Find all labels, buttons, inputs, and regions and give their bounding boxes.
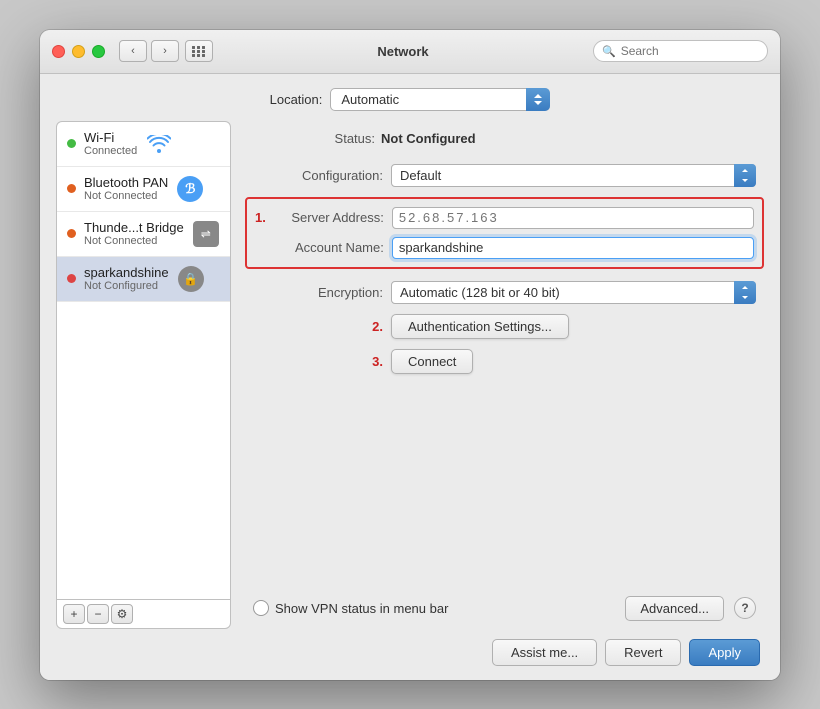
encryption-select[interactable]: Automatic (128 bit or 40 bit) [391,281,756,304]
title-bar: ‹ › Network 🔍 [40,30,780,74]
sidebar-item-bluetooth[interactable]: Bluetooth PAN Not Connected ℬ [57,167,230,212]
traffic-lights [52,45,105,58]
grid-icon [192,46,206,57]
connect-button[interactable]: Connect [391,349,473,374]
sidebar-status-sparkandshine: Not Configured [84,280,169,292]
grid-button[interactable] [185,40,213,62]
encryption-select-wrap: Automatic (128 bit or 40 bit) [391,281,756,304]
step2-label: 2. [372,319,383,334]
connect-row: 3. Connect [245,349,764,374]
thunderbolt-icon: ⇌ [192,220,220,248]
sidebar-item-thunderbolt[interactable]: Thunde...t Bridge Not Connected ⇌ [57,212,230,257]
sidebar: Wi-Fi Connected [56,121,231,629]
location-select-wrap: Automatic [330,88,550,111]
location-select[interactable]: Automatic [330,88,550,111]
vpn-status-checkbox-wrap: Show VPN status in menu bar [253,600,448,616]
config-label: Configuration: [253,168,383,183]
sidebar-name-thunderbolt: Thunde...t Bridge [84,220,184,235]
lock-icon: 🔒 [177,265,205,293]
account-row: 1. Account Name: [247,237,762,259]
close-button[interactable] [52,45,65,58]
sidebar-list: Wi-Fi Connected [57,122,230,599]
status-label: Status: [255,131,375,146]
sidebar-text-sparkandshine: sparkandshine Not Configured [84,265,169,292]
connect-spacer: 3. [253,354,383,369]
forward-icon: › [163,45,167,57]
back-button[interactable]: ‹ [119,40,147,62]
gear-button[interactable]: ⚙ [111,604,133,624]
status-dot-wifi [67,139,76,148]
vpn-status-label: Show VPN status in menu bar [275,601,448,616]
step3-label: 3. [372,354,383,369]
sidebar-text-bluetooth: Bluetooth PAN Not Connected [84,175,168,202]
window-title: Network [213,44,593,59]
nav-buttons: ‹ › [119,40,179,62]
sidebar-text-thunderbolt: Thunde...t Bridge Not Connected [84,220,184,247]
config-row: Configuration: Default [245,164,764,187]
account-name-label: Account Name: [266,240,384,255]
encryption-row: Encryption: Automatic (128 bit or 40 bit… [245,281,764,304]
credentials-box: 1. Server Address: 1. Account Name: [245,197,764,269]
account-name-input[interactable] [392,237,754,259]
bluetooth-icon: ℬ [176,175,204,203]
auth-spacer: 2. [253,319,383,334]
sidebar-name-wifi: Wi-Fi [84,130,137,145]
server-address-label: Server Address: [266,210,384,225]
revert-button[interactable]: Revert [605,639,681,666]
server-row: 1. Server Address: [247,207,762,229]
status-dot-thunderbolt [67,229,76,238]
vpn-status-checkbox[interactable] [253,600,269,616]
location-label: Location: [270,92,323,107]
forward-button[interactable]: › [151,40,179,62]
sidebar-status-wifi: Connected [84,145,137,157]
status-row: Status: Not Configured [245,131,764,146]
sidebar-status-thunderbolt: Not Connected [84,235,184,247]
status-value: Not Configured [381,131,476,146]
main-area: Wi-Fi Connected [40,121,780,629]
sidebar-toolbar: + − ⚙ [57,599,230,628]
auth-settings-button[interactable]: Authentication Settings... [391,314,569,339]
content-area: Location: Automatic Wi-Fi Connected [40,74,780,680]
encryption-label: Encryption: [253,285,383,300]
minimize-button[interactable] [72,45,85,58]
sidebar-name-bluetooth: Bluetooth PAN [84,175,168,190]
config-select-wrap: Default [391,164,756,187]
wifi-icon [145,130,173,158]
footer: Assist me... Revert Apply [40,629,780,680]
location-bar: Location: Automatic [40,74,780,121]
maximize-button[interactable] [92,45,105,58]
search-box[interactable]: 🔍 [593,40,768,62]
sidebar-item-sparkandshine[interactable]: sparkandshine Not Configured 🔒 [57,257,230,302]
apply-button[interactable]: Apply [689,639,760,666]
auth-settings-row: 2. Authentication Settings... [245,314,764,339]
config-select[interactable]: Default [391,164,756,187]
add-button[interactable]: + [63,604,85,624]
search-input[interactable] [621,44,759,58]
advanced-button[interactable]: Advanced... [625,596,724,621]
bottom-options: Show VPN status in menu bar Advanced... … [245,596,764,629]
network-window: ‹ › Network 🔍 Location: Automatic [40,30,780,680]
step1-label: 1. [255,210,266,225]
status-dot-bluetooth [67,184,76,193]
remove-button[interactable]: − [87,604,109,624]
search-icon: 🔍 [602,45,616,58]
back-icon: ‹ [131,45,135,57]
assist-button[interactable]: Assist me... [492,639,597,666]
sidebar-text-wifi: Wi-Fi Connected [84,130,137,157]
sidebar-status-bluetooth: Not Connected [84,190,168,202]
sidebar-name-sparkandshine: sparkandshine [84,265,169,280]
sidebar-item-wifi[interactable]: Wi-Fi Connected [57,122,230,167]
right-panel: Status: Not Configured Configuration: De… [245,121,764,629]
help-button[interactable]: ? [734,597,756,619]
status-dot-sparkandshine [67,274,76,283]
server-address-input[interactable] [392,207,754,229]
